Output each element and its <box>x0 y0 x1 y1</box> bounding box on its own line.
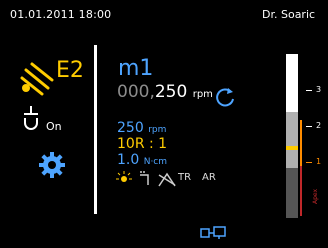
speed-unit: rpm <box>192 89 213 100</box>
user-name: Dr. Soaric <box>262 8 316 21</box>
handpiece-icon <box>20 62 54 96</box>
tick-3 <box>306 90 312 91</box>
auto-stop-icon[interactable] <box>158 171 176 187</box>
set-speed-unit: rpm <box>148 125 167 135</box>
tick-1 <box>306 162 312 163</box>
speed-value: 250 <box>154 82 188 102</box>
handpiece-program-button[interactable]: E2 <box>18 58 84 96</box>
divider <box>94 45 97 214</box>
auto-forward-icon[interactable]: AR <box>202 172 216 183</box>
apex-bar-gray <box>286 112 298 168</box>
scale-label-3: 3 <box>316 85 322 94</box>
scale-label-2: 2 <box>316 121 322 130</box>
mode-icons-row: TR AR <box>116 170 256 188</box>
tick-2 <box>306 126 312 127</box>
spray-icon[interactable] <box>138 171 152 187</box>
auto-reverse-icon[interactable]: TR <box>178 172 191 183</box>
apex-bar-white <box>286 54 298 112</box>
ratio-value: 10R : 1 <box>117 136 168 152</box>
apex-red-line <box>300 166 302 216</box>
apex-bar-dark <box>286 168 298 218</box>
set-speed-value: 250 <box>117 120 144 136</box>
apex-label: Apex <box>312 188 319 204</box>
torque-unit: N·cm <box>143 157 168 167</box>
torque-setting[interactable]: 1.0 N·cm <box>117 152 167 168</box>
light-icon <box>24 106 38 130</box>
light-state: On <box>46 120 62 133</box>
display-mode-icon[interactable] <box>200 226 226 240</box>
apex-indicator <box>286 146 298 150</box>
scale-label-1: 1 <box>316 157 322 166</box>
apex-scale: 3 2 1 Apex <box>286 54 328 224</box>
speed-readout: 000,250 rpm <box>117 82 213 102</box>
program-label: E2 <box>56 58 84 83</box>
set-speed[interactable]: 250 rpm <box>117 120 166 136</box>
status-bar: 01.01.2011 18:00 Dr. Soaric <box>0 0 328 26</box>
gear-ratio[interactable]: 10R : 1 <box>117 136 167 152</box>
light-toggle[interactable]: On <box>20 104 80 134</box>
rotation-direction-icon[interactable] <box>214 86 236 108</box>
speed-leading: 000, <box>117 82 155 102</box>
light-bulb-icon[interactable] <box>116 171 132 187</box>
datetime: 01.01.2011 18:00 <box>10 8 112 21</box>
torque-value: 1.0 <box>117 152 140 168</box>
settings-gear-icon[interactable] <box>39 152 65 178</box>
motor-id: m1 <box>118 56 154 81</box>
